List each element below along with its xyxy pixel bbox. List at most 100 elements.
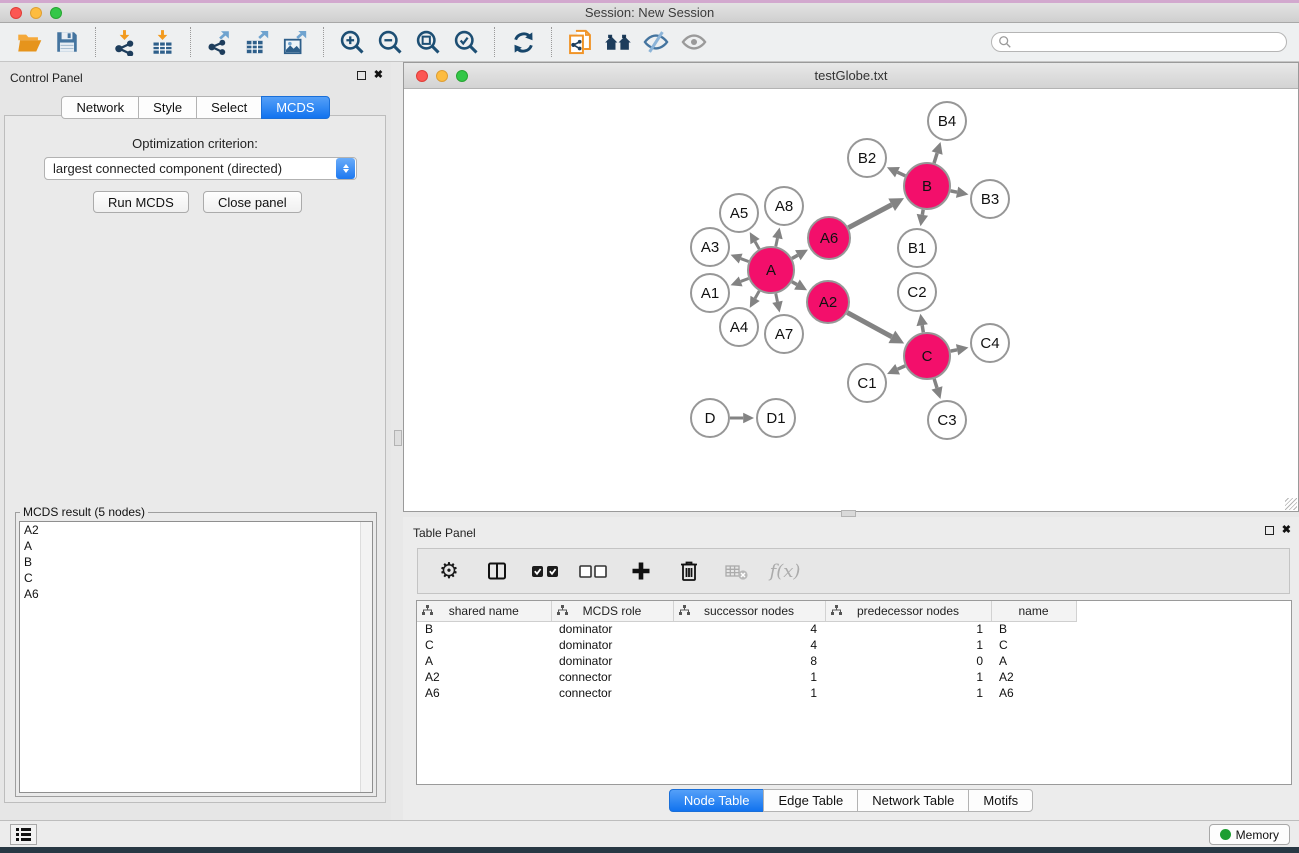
close-panel-button[interactable]: Close panel [203,191,302,213]
split-table-icon[interactable] [480,554,514,588]
network-canvas[interactable]: AA1A3A5A8A4A7A6A2BB1B2B3B4CC1C2C3C4DD1 [404,89,1298,511]
graph-edge-C-C4[interactable] [951,344,969,355]
graph-edge-A-A4[interactable] [750,291,760,308]
graph-edge-A2-C[interactable] [847,313,904,344]
zoom-fit-icon[interactable] [412,26,444,58]
close-panel-icon[interactable]: ✖ [374,70,383,81]
import-network-icon[interactable] [108,26,140,58]
select-all-columns-icon[interactable] [528,554,562,588]
tab-network[interactable]: Network [61,96,139,119]
tab-motifs[interactable]: Motifs [968,789,1033,812]
graph-edge-A-A5[interactable] [750,232,760,249]
graph-edge-C-C1[interactable] [887,364,905,374]
graph-edge-B-B4[interactable] [932,142,943,163]
graph-node-B[interactable]: B [904,163,950,209]
result-item[interactable]: A2 [20,522,372,538]
tab-node-table[interactable]: Node Table [669,789,765,812]
graph-node-A4[interactable]: A4 [720,308,758,346]
graph-edge-D-D1[interactable] [730,413,754,424]
save-session-icon[interactable] [51,26,83,58]
graph-edge-A-A6[interactable] [792,250,808,261]
column-header-successor-nodes[interactable]: successor nodes [673,601,825,621]
graph-node-D[interactable]: D [691,399,729,437]
import-table-icon[interactable] [146,26,178,58]
zoom-out-icon[interactable] [374,26,406,58]
zoom-window-button[interactable] [50,7,62,19]
graph-node-A8[interactable]: A8 [765,187,803,225]
hide-panels-icon[interactable] [640,26,672,58]
table-row[interactable]: Adominator80A [417,653,1076,669]
graph-node-B1[interactable]: B1 [898,229,936,267]
mcds-result-list[interactable]: A2ABCA6 [19,521,373,793]
column-header-predecessor-nodes[interactable]: predecessor nodes [825,601,991,621]
table-row[interactable]: A6connector11A6 [417,685,1076,701]
graph-edge-A-A8[interactable] [772,228,782,247]
table-row[interactable]: Cdominator41C [417,637,1076,653]
search-field[interactable] [991,32,1287,52]
close-window-button[interactable] [10,7,22,19]
run-mcds-button[interactable]: Run MCDS [93,191,189,213]
result-scrollbar[interactable] [360,522,372,792]
graph-edge-C-C2[interactable] [917,314,928,333]
graph-node-A[interactable]: A [748,247,794,293]
table-row[interactable]: A2connector11A2 [417,669,1076,685]
graph-edge-A6-B[interactable] [848,198,904,228]
table-settings-icon[interactable]: ⚙ [432,554,466,588]
tab-edge-table[interactable]: Edge Table [763,789,858,812]
table-row[interactable]: Bdominator41B [417,621,1076,637]
add-column-icon[interactable] [624,554,658,588]
tab-mcds[interactable]: MCDS [261,96,329,119]
graph-node-C1[interactable]: C1 [848,364,886,402]
graph-node-C4[interactable]: C4 [971,324,1009,362]
graph-node-A7[interactable]: A7 [765,315,803,353]
horizontal-split-handle[interactable] [841,510,856,517]
delete-columns-icon[interactable] [672,554,706,588]
column-header-shared-name[interactable]: shared name [417,601,551,621]
graph-edge-A-A1[interactable] [731,276,749,286]
refresh-icon[interactable] [507,26,539,58]
graph-node-B3[interactable]: B3 [971,180,1009,218]
unselect-all-columns-icon[interactable] [576,554,610,588]
graph-edge-C-C3[interactable] [931,379,942,399]
graph-node-A5[interactable]: A5 [720,194,758,232]
close-network-window-button[interactable] [416,70,428,82]
graph-node-B2[interactable]: B2 [848,139,886,177]
graph-edge-B-B1[interactable] [917,210,928,227]
tab-style[interactable]: Style [138,96,197,119]
task-history-button[interactable] [10,824,37,845]
column-header-MCDS-role[interactable]: MCDS role [551,601,673,621]
graph-edge-A-A2[interactable] [792,280,807,291]
minimize-window-button[interactable] [30,7,42,19]
graph-node-B4[interactable]: B4 [928,102,966,140]
graph-node-C2[interactable]: C2 [898,273,936,311]
network-window-titlebar[interactable]: testGlobe.txt [404,63,1298,89]
zoom-network-window-button[interactable] [456,70,468,82]
result-item[interactable]: A [20,538,372,554]
zoom-in-icon[interactable] [336,26,368,58]
column-header-name[interactable]: name [991,601,1076,621]
tab-select[interactable]: Select [196,96,262,119]
graph-edge-B-B2[interactable] [887,167,905,177]
graph-node-A1[interactable]: A1 [691,274,729,312]
graph-edge-A-A7[interactable] [772,294,782,313]
open-file-icon[interactable] [13,26,45,58]
show-panels-icon[interactable] [678,26,710,58]
show-all-networks-icon[interactable] [602,26,634,58]
graph-node-A6[interactable]: A6 [808,217,850,259]
search-input[interactable] [1012,35,1286,49]
memory-button[interactable]: Memory [1209,824,1290,845]
export-table-icon[interactable] [241,26,273,58]
graph-edge-A-A3[interactable] [731,254,749,264]
graph-node-A2[interactable]: A2 [807,281,849,323]
optimization-criterion-dropdown[interactable]: largest connected component (directed) [44,157,357,180]
close-table-panel-icon[interactable]: ✖ [1282,525,1291,536]
zoom-selected-icon[interactable] [450,26,482,58]
float-panel-icon[interactable] [357,71,366,80]
graph-node-D1[interactable]: D1 [757,399,795,437]
resize-grip-icon[interactable] [1285,498,1297,510]
graph-node-C[interactable]: C [904,333,950,379]
result-item[interactable]: A6 [20,586,372,602]
graph-node-A3[interactable]: A3 [691,228,729,266]
export-image-icon[interactable] [279,26,311,58]
float-table-panel-icon[interactable] [1265,526,1274,535]
